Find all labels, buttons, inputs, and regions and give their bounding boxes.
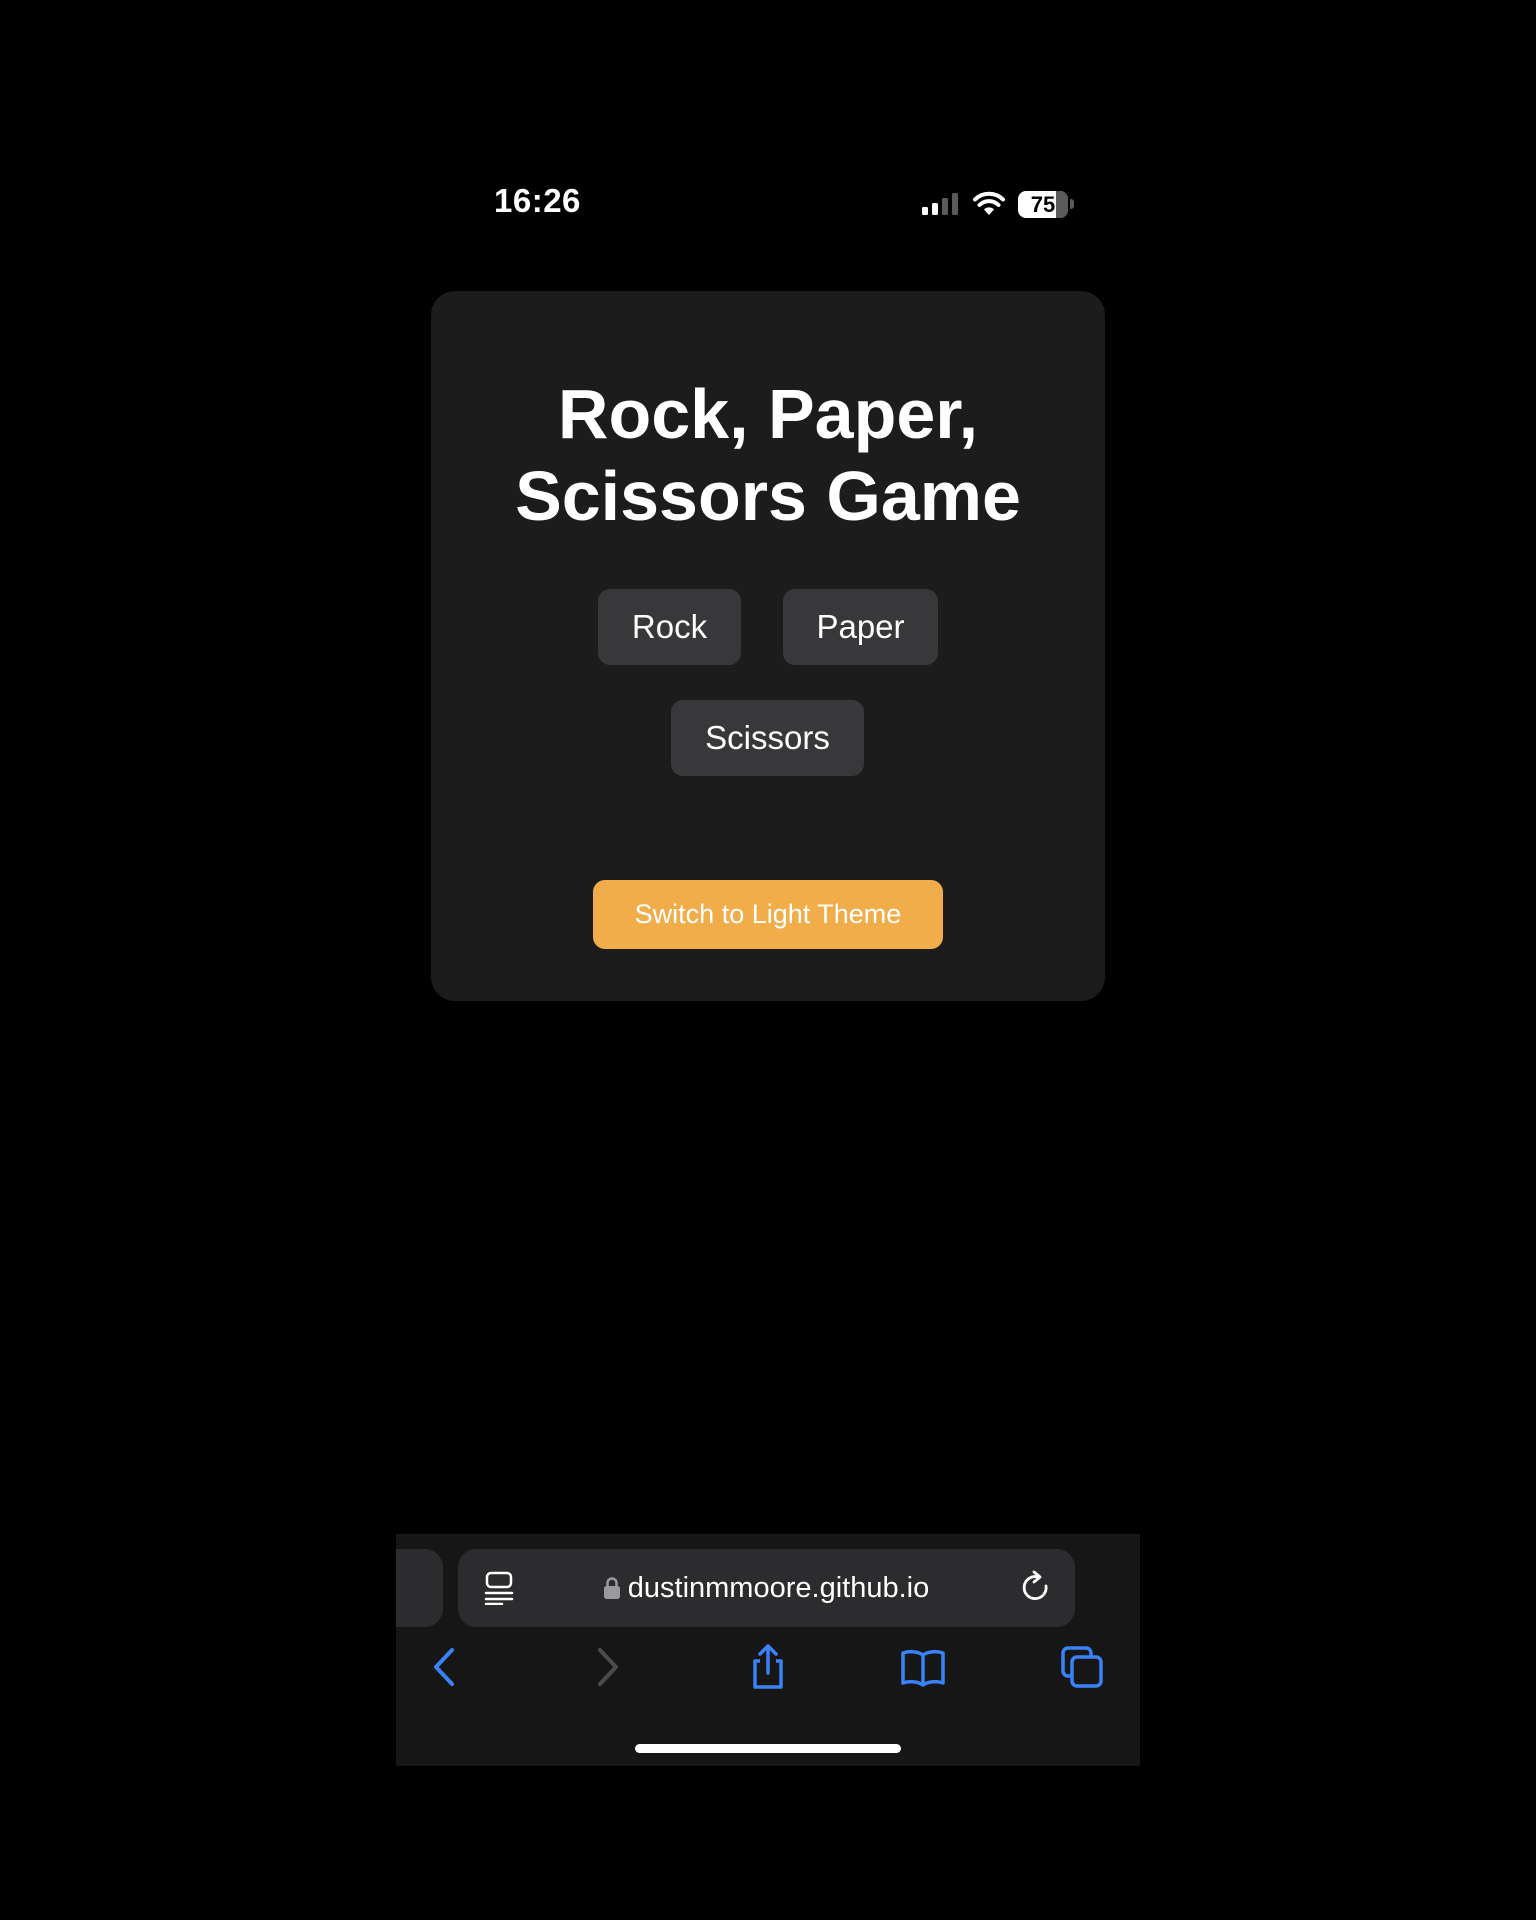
paper-button[interactable]: Paper	[783, 589, 938, 665]
url-display[interactable]: dustinmmoore.github.io	[458, 1549, 1075, 1627]
wifi-icon	[973, 191, 1005, 215]
cellular-signal-icon	[922, 193, 958, 215]
battery-level: 75	[1018, 190, 1068, 218]
battery-icon: 75	[1018, 190, 1074, 218]
browser-toolbar: dustinmmoore.github.io	[396, 1534, 1140, 1766]
previous-tab-peek[interactable]	[396, 1549, 443, 1627]
page-title: Rock, Paper, Scissors Game	[515, 375, 1021, 535]
address-bar[interactable]: dustinmmoore.github.io	[458, 1549, 1075, 1627]
scissors-button[interactable]: Scissors	[671, 700, 864, 776]
bookmarks-icon[interactable]	[900, 1644, 946, 1690]
home-indicator[interactable]	[635, 1744, 901, 1753]
battery-percent: 75	[1030, 191, 1056, 217]
theme-toggle-button[interactable]: Switch to Light Theme	[593, 880, 943, 949]
game-card: Rock, Paper, Scissors Game Rock Paper Sc…	[431, 291, 1105, 1001]
url-text[interactable]: dustinmmoore.github.io	[628, 1572, 929, 1605]
status-icons: 75	[920, 188, 1074, 220]
lock-icon	[603, 1577, 620, 1599]
back-icon[interactable]	[422, 1644, 468, 1690]
reload-icon[interactable]	[1017, 1569, 1055, 1607]
phone-screen: 16:26 75 Rock, Paper, Scissors Game Rock…	[0, 0, 1536, 1920]
status-time: 16:26	[494, 182, 581, 219]
forward-icon[interactable]	[584, 1644, 630, 1690]
rock-button[interactable]: Rock	[598, 589, 741, 665]
tabs-icon[interactable]	[1059, 1644, 1105, 1690]
share-icon[interactable]	[745, 1644, 791, 1690]
